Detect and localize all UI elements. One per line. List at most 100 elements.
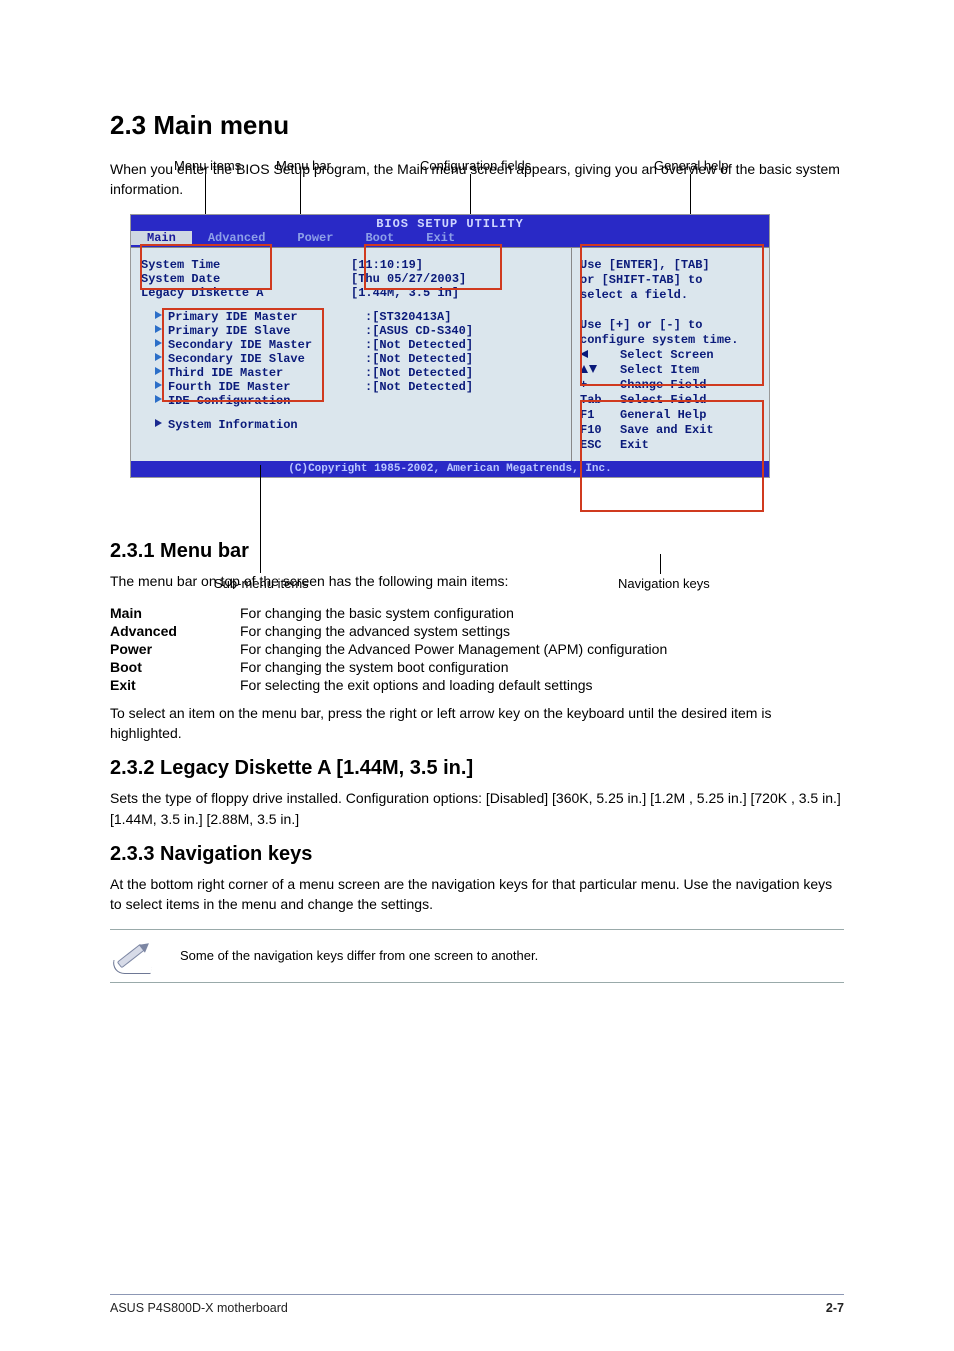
- mb-name: Power: [110, 641, 240, 657]
- row-third-ide-master[interactable]: Third IDE Master :[Not Detected]: [141, 366, 571, 380]
- tab-power[interactable]: Power: [281, 231, 349, 245]
- value: :[ST320413A]: [365, 310, 451, 324]
- tab-advanced[interactable]: Advanced: [192, 231, 282, 245]
- nav-exit: ESCExit: [580, 438, 761, 453]
- nav-key: F1: [580, 408, 620, 423]
- note-text: Some of the navigation keys differ from …: [180, 947, 844, 965]
- callout-menu-items: Menu items: [174, 158, 241, 173]
- arrow-left-icon: [580, 350, 588, 358]
- nav-label: Select Screen: [620, 348, 714, 363]
- label: Third IDE Master: [168, 366, 283, 380]
- value: :[Not Detected]: [365, 338, 473, 352]
- row-system-date[interactable]: System Date [Thu 05/27/2003]: [141, 272, 571, 286]
- bios-figure: Menu items Menu bar Configuration fields…: [130, 214, 824, 478]
- nav-label: Select Item: [620, 363, 699, 378]
- legacy-body: Sets the type of floppy drive installed.…: [110, 788, 844, 829]
- note-icon: [110, 936, 154, 976]
- bios-screen: BIOS SETUP UTILITY Main Advanced Power B…: [130, 214, 770, 478]
- callout-line: [260, 465, 261, 573]
- nav-save-exit: F10Save and Exit: [580, 423, 761, 438]
- nav-keys-box: Select Screen Select Item +-Change Field…: [580, 348, 761, 453]
- row-legacy-diskette-a[interactable]: Legacy Diskette A [1.44M, 3.5 in]: [141, 286, 571, 300]
- nav-select-item: Select Item: [580, 363, 761, 378]
- mb-name: Advanced: [110, 623, 240, 639]
- menu-bar-items: MainFor changing the basic system config…: [110, 605, 844, 693]
- bios-title: BIOS SETUP UTILITY: [131, 215, 769, 231]
- nav-label: Save and Exit: [620, 423, 714, 438]
- nav-select-field: TabSelect Field: [580, 393, 761, 408]
- value: :[Not Detected]: [365, 366, 473, 380]
- row-fourth-ide-master[interactable]: Fourth IDE Master :[Not Detected]: [141, 380, 571, 394]
- row-secondary-ide-master[interactable]: Secondary IDE Master :[Not Detected]: [141, 338, 571, 352]
- value: [11:10:19]: [351, 258, 423, 272]
- label: Primary IDE Master: [168, 310, 298, 324]
- row-system-information[interactable]: System Information: [141, 418, 571, 432]
- triangle-icon: [155, 339, 162, 347]
- nav-general-help: F1General Help: [580, 408, 761, 423]
- arrow-up-icon: [580, 365, 588, 373]
- value: :[ASUS CD-S340]: [365, 324, 473, 338]
- bios-main-panel: System Time [11:10:19] System Date [Thu …: [131, 248, 571, 461]
- help-text: Use [ENTER], [TAB] or [SHIFT-TAB] to sel…: [580, 258, 761, 348]
- heading-legacy-diskette: 2.3.2 Legacy Diskette A [1.44M, 3.5 in.]: [110, 757, 844, 780]
- triangle-icon: [155, 381, 162, 389]
- label: Secondary IDE Slave: [168, 352, 305, 366]
- callout-menu-bar: Menu bar: [276, 158, 331, 173]
- row-primary-ide-master[interactable]: Primary IDE Master :[ST320413A]: [141, 310, 571, 324]
- tab-exit[interactable]: Exit: [410, 231, 471, 245]
- label: Legacy Diskette A: [141, 286, 351, 300]
- callout-line: [660, 554, 661, 574]
- section-title: 2.3 Main menu: [110, 110, 844, 141]
- nav-keys-body: At the bottom right corner of a menu scr…: [110, 874, 844, 915]
- row-system-time[interactable]: System Time [11:10:19]: [141, 258, 571, 272]
- nav-label: Select Field: [620, 393, 706, 408]
- triangle-icon: [155, 353, 162, 361]
- label: Primary IDE Slave: [168, 324, 290, 338]
- callout-config-fields: Configuration fields: [420, 158, 531, 173]
- nav-select-screen: Select Screen: [580, 348, 761, 363]
- callout-submenu-items: Sub-menu items: [214, 576, 309, 591]
- row-ide-configuration[interactable]: IDE Configuration: [141, 394, 571, 408]
- row-secondary-ide-slave[interactable]: Secondary IDE Slave :[Not Detected]: [141, 352, 571, 366]
- label: Fourth IDE Master: [168, 380, 290, 394]
- heading-nav-keys: 2.3.3 Navigation keys: [110, 843, 844, 866]
- callout-line: [690, 174, 691, 214]
- tab-main[interactable]: Main: [131, 231, 192, 245]
- callout-general-help: General help: [654, 158, 728, 173]
- nav-key: +-: [580, 378, 620, 393]
- tab-boot[interactable]: Boot: [349, 231, 410, 245]
- nav-label: Exit: [620, 438, 649, 453]
- mb-name: Exit: [110, 677, 240, 693]
- label: System Date: [141, 272, 351, 286]
- mb-name: Boot: [110, 659, 240, 675]
- mb-desc: For selecting the exit options and loadi…: [240, 677, 593, 693]
- nav-label: Change Field: [620, 378, 706, 393]
- triangle-icon: [155, 419, 162, 427]
- triangle-icon: [155, 325, 162, 333]
- mb-desc: For changing the system boot configurati…: [240, 659, 509, 675]
- callout-line: [205, 174, 206, 214]
- triangle-icon: [155, 395, 162, 403]
- mb-name: Main: [110, 605, 240, 621]
- nav-change-field: +-Change Field: [580, 378, 761, 393]
- callout-line: [470, 174, 471, 214]
- value: :[Not Detected]: [365, 352, 473, 366]
- value: :[Not Detected]: [365, 380, 473, 394]
- page-footer: ASUS P4S800D-X motherboard 2-7: [110, 1294, 844, 1315]
- arrow-down-icon: [589, 365, 597, 373]
- label: Secondary IDE Master: [168, 338, 312, 352]
- label: System Time: [141, 258, 351, 272]
- label: System Information: [168, 418, 298, 432]
- mb-desc: For changing the basic system configurat…: [240, 605, 514, 621]
- triangle-icon: [155, 311, 162, 319]
- bios-footer: (C)Copyright 1985-2002, American Megatre…: [131, 461, 769, 477]
- value: [1.44M, 3.5 in]: [351, 286, 459, 300]
- nav-key: Tab: [580, 393, 620, 408]
- triangle-icon: [155, 367, 162, 375]
- mb-desc: For changing the advanced system setting…: [240, 623, 510, 639]
- footer-left: ASUS P4S800D-X motherboard: [110, 1301, 288, 1315]
- swoosh-icon: [111, 960, 154, 974]
- nav-label: General Help: [620, 408, 706, 423]
- row-primary-ide-slave[interactable]: Primary IDE Slave :[ASUS CD-S340]: [141, 324, 571, 338]
- mb-desc: For changing the Advanced Power Manageme…: [240, 641, 667, 657]
